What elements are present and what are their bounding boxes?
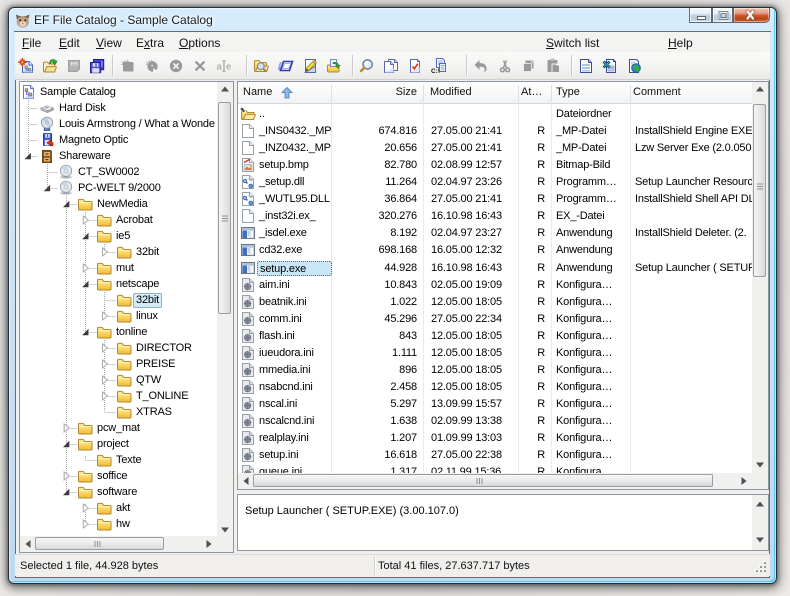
svg-text:C:\: C:\ (431, 68, 440, 74)
svg-text:a: a (217, 62, 223, 73)
svg-text:e: e (226, 62, 231, 73)
